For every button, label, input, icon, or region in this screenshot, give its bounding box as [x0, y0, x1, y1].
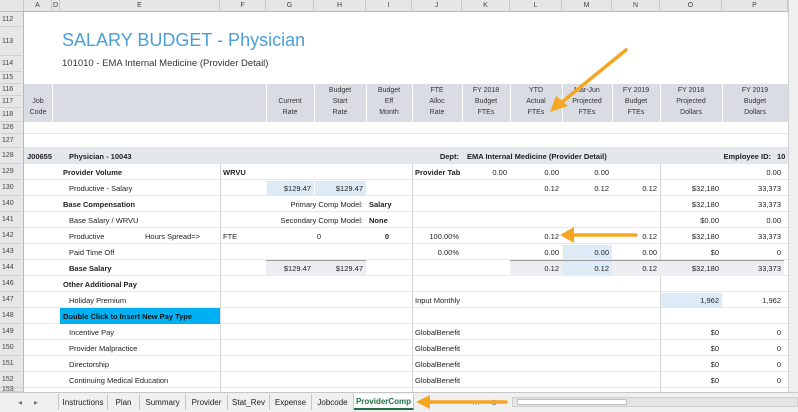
- tab-jobcode[interactable]: Jobcode: [312, 394, 354, 410]
- arrow-icon: [560, 227, 574, 243]
- tab-expense[interactable]: Expense: [270, 394, 312, 410]
- tab-provider[interactable]: Provider: [186, 394, 228, 410]
- tab-instructions[interactable]: Instructions: [58, 394, 108, 410]
- sheet-tab-bar: ◂ ▸ Instructions Plan Summary Provider S…: [0, 392, 798, 412]
- tab-scroll-right-icon[interactable]: ▸: [30, 396, 42, 408]
- horizontal-scroll-thumb[interactable]: [517, 399, 627, 405]
- annotation-arrows: [550, 48, 638, 243]
- tab-providercomp[interactable]: ProviderComp: [354, 394, 414, 410]
- tab-arrow-icon: [416, 395, 508, 409]
- horizontal-scrollbar[interactable]: [512, 397, 798, 407]
- spreadsheet-grid[interactable]: A D E F G H I J K L M N O P 112 113 114 …: [0, 0, 798, 393]
- tab-stat-rev[interactable]: Stat_Rev: [228, 394, 270, 410]
- tab-plan[interactable]: Plan: [108, 394, 140, 410]
- tab-summary[interactable]: Summary: [140, 394, 186, 410]
- tab-scroll-left-icon[interactable]: ◂: [14, 396, 26, 408]
- arrow-icon: [560, 48, 628, 104]
